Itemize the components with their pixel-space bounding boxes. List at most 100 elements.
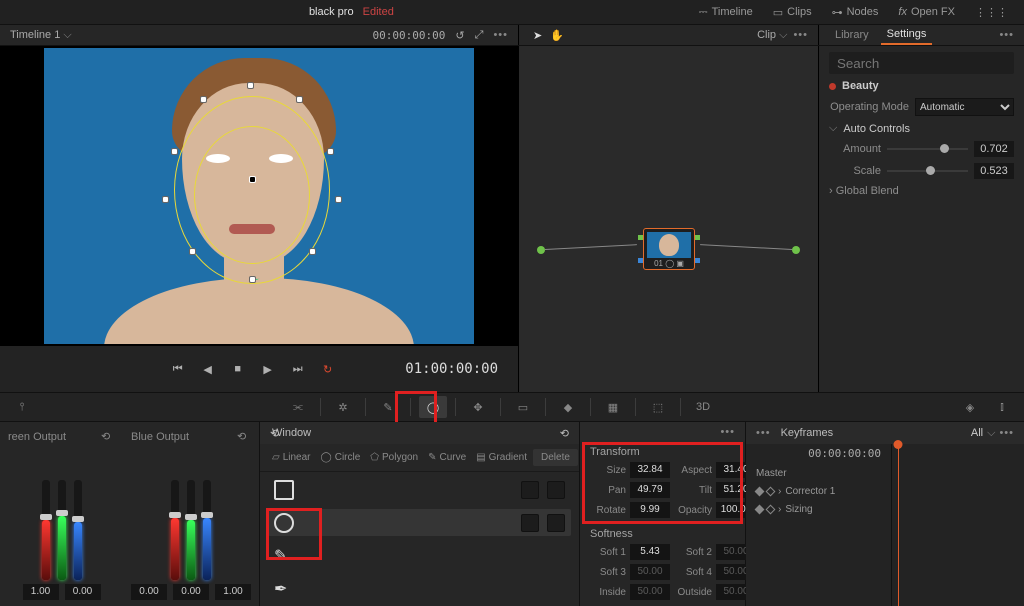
red-slider[interactable] [42,480,50,580]
keyframe-outline-icon[interactable] [766,486,776,496]
node-input[interactable] [537,246,545,254]
invert-mode-icon[interactable] [547,481,565,499]
shape-row-circle[interactable] [268,509,571,536]
reset-dot-icon[interactable] [829,83,836,90]
keyframe-diamond-icon[interactable] [755,504,765,514]
hand-tool-icon[interactable]: ✋ [550,29,564,42]
keyframe-diamond-icon[interactable] [755,486,765,496]
mask-handle[interactable] [249,276,256,283]
waveform-icon[interactable]: ⫾ [988,396,1016,418]
curve-value[interactable]: 0.00 [131,584,167,600]
bypass-icon[interactable]: ↺ [455,29,464,42]
topbar-timeline[interactable]: ⎓ Timeline [693,4,759,21]
panel-menu[interactable]: ••• [720,426,735,438]
size-value[interactable]: 32.84 [630,462,670,478]
mask-icon[interactable]: ⬚ [644,396,672,418]
operating-mode-select[interactable]: Automatic [915,98,1014,116]
mask-handle[interactable] [171,148,178,155]
mask-mode-icon[interactable] [521,514,539,532]
global-blend-heading[interactable]: › Global Blend [829,185,1014,197]
shape-row-pen[interactable]: ✎ [268,542,571,569]
blue-slider[interactable] [74,480,82,580]
viewer-menu[interactable]: ••• [493,29,508,41]
mask-handle[interactable] [335,196,342,203]
curve-value[interactable]: 0.00 [65,584,101,600]
soft3-value[interactable]: 50.00 [630,564,670,580]
blur-icon[interactable]: ▭ [509,396,537,418]
amount-value[interactable]: 0.702 [974,141,1014,157]
loop-icon[interactable]: ↻ [319,360,337,378]
topbar-openfx[interactable]: fx Open FX [892,4,961,20]
keyframe-timecode[interactable]: 00:00:00:00 [746,444,891,464]
play-icon[interactable]: ▶ [259,360,277,378]
window-palette-icon[interactable]: ◯ [419,396,447,418]
shape-row-drop[interactable]: ✒ [268,575,571,602]
green-slider[interactable] [58,480,66,580]
keyframe-filter[interactable]: All ⌵ ••• [971,427,1014,440]
playhead[interactable] [898,444,899,606]
curves-icon[interactable]: ⫘ [284,396,312,418]
gradient-tool[interactable]: ▤ Gradient [472,450,531,465]
topbar-grid-icon[interactable]: ⋮⋮⋮ [969,4,1014,21]
pan-value[interactable]: 49.79 [630,482,670,498]
soft1-value[interactable]: 5.43 [630,544,670,560]
kf-master-row[interactable]: Master [746,464,891,482]
last-frame-icon[interactable]: ⏭ [289,360,307,378]
reset-icon[interactable]: ⟲ [101,430,115,444]
mask-handle[interactable] [200,96,207,103]
circle-mask-overlay-inner[interactable] [194,126,310,264]
corrector-node[interactable]: 01 ◯ ▣ [643,228,695,270]
viewer-canvas[interactable] [0,46,518,346]
chevron-down-icon[interactable]: ⌵ [829,122,837,135]
delete-button[interactable]: Delete [533,449,578,466]
keyframe-track[interactable] [892,444,1024,606]
mask-handle[interactable] [327,148,334,155]
panel-reset-icon[interactable]: ⟲ [560,427,569,440]
tracker-icon[interactable]: ✥ [464,396,492,418]
invert-mode-icon[interactable] [547,514,565,532]
mask-handle[interactable] [309,248,316,255]
node-graph[interactable]: 01 ◯ ▣ [518,46,818,392]
circle-tool[interactable]: ◯ Circle [317,450,365,465]
3d-icon[interactable]: 3D [689,396,717,418]
search-input[interactable] [829,52,1014,74]
panel-menu[interactable]: ••• [756,427,771,439]
sizing-icon[interactable]: ▦ [599,396,627,418]
node-output[interactable] [792,246,800,254]
timeline-dropdown[interactable]: Timeline 1 ⌵ [10,29,72,42]
scopes-icon[interactable]: ⫯ [8,396,36,418]
curve-value[interactable]: 0.00 [173,584,209,600]
inside-value[interactable]: 50.00 [630,584,670,600]
mask-handle[interactable] [162,196,169,203]
tab-library[interactable]: Library [829,26,875,44]
clip-dropdown[interactable]: Clip ⌵ [757,29,787,42]
kf-corrector-row[interactable]: › Corrector 1 [746,482,891,500]
key-icon[interactable]: ◆ [554,396,582,418]
green-slider[interactable] [187,480,195,580]
topbar-clips[interactable]: ▭ Clips [767,4,818,21]
keyframe-outline-icon[interactable] [766,504,776,514]
first-frame-icon[interactable]: ⏮ [169,360,187,378]
scale-slider[interactable] [887,170,968,172]
curve-tool[interactable]: ✎ Curve [424,450,470,465]
blue-slider[interactable] [203,480,211,580]
mask-center-handle[interactable] [249,176,256,183]
scale-value[interactable]: 0.523 [974,163,1014,179]
expand-icon[interactable]: ⤢ [475,29,484,42]
wheels-icon[interactable]: ✲ [329,396,357,418]
curve-value[interactable]: 1.00 [215,584,251,600]
viewer-timecode[interactable]: 00:00:00:00 [373,29,446,42]
pointer-tool-icon[interactable]: ➤ [533,29,542,42]
keyframe-mode-icon[interactable]: ◈ [956,396,984,418]
topbar-nodes[interactable]: ⊶ Nodes [826,4,885,21]
reset-icon[interactable]: ⟲ [237,430,251,444]
mask-handle[interactable] [296,96,303,103]
shape-row-rect[interactable] [268,476,571,503]
kf-sizing-row[interactable]: › Sizing [746,500,891,518]
inspector-menu[interactable]: ••• [999,29,1014,41]
stop-icon[interactable]: ■ [229,360,247,378]
mask-handle[interactable] [247,82,254,89]
linear-tool[interactable]: ▱ Linear [268,450,315,465]
polygon-tool[interactable]: ⬠ Polygon [366,450,422,465]
red-slider[interactable] [171,480,179,580]
